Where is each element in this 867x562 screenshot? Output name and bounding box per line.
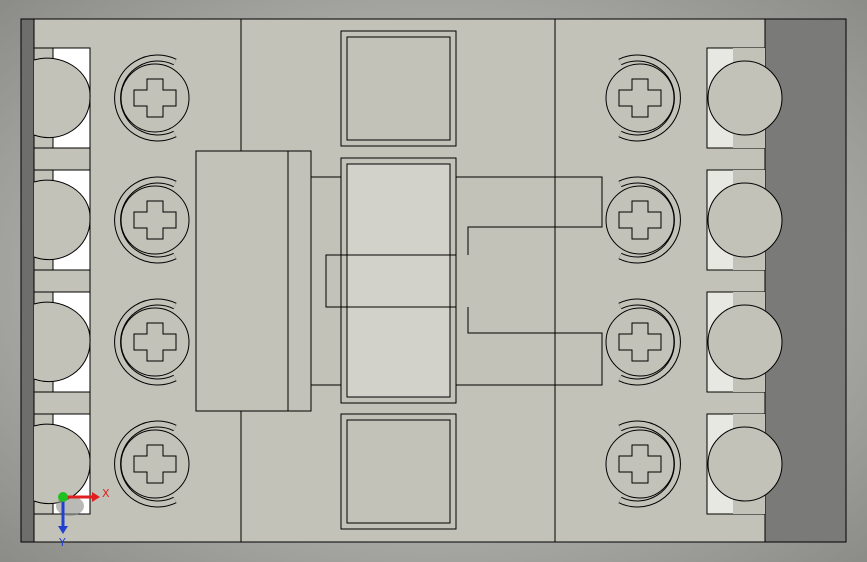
cad-canvas[interactable]: X Y: [0, 0, 867, 562]
bottom-window: [340, 413, 457, 530]
contactor-model[interactable]: [20, 18, 847, 543]
y-axis-label: Y: [58, 536, 66, 549]
z-axis-dot: [58, 492, 68, 502]
center-armature[interactable]: [325, 157, 457, 404]
top-window: [340, 30, 457, 147]
left-dark-rail: [20, 18, 35, 543]
x-axis-label: X: [102, 487, 110, 500]
graphics-viewport[interactable]: X Y: [0, 0, 867, 562]
